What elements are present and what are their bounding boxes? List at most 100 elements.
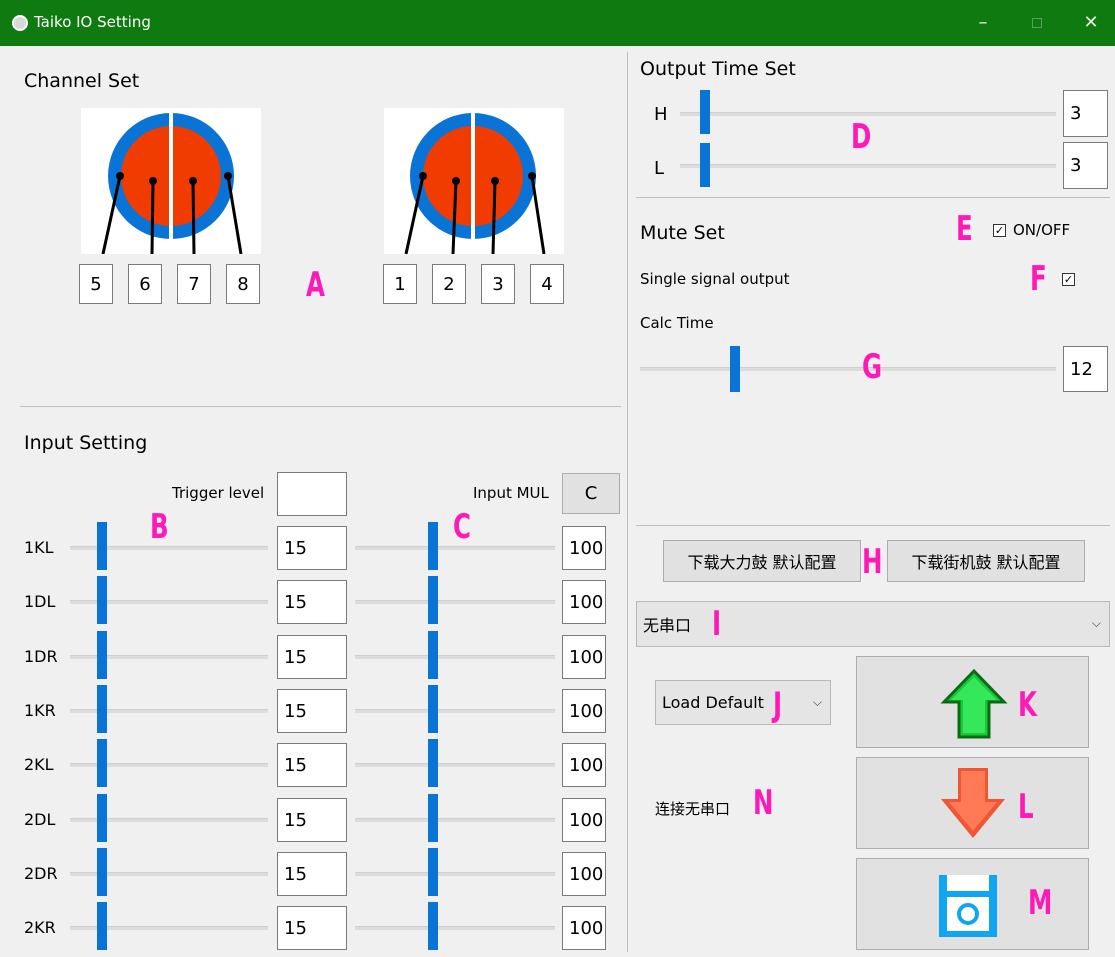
input-row-label: 1DR bbox=[24, 647, 58, 666]
mul-slider-thumb[interactable] bbox=[428, 794, 438, 842]
mul-slider-track[interactable] bbox=[355, 600, 555, 604]
input-row-label: 1DL bbox=[24, 592, 56, 611]
mul-slider-thumb[interactable] bbox=[428, 685, 438, 733]
serial-port-select[interactable]: 无串口 ⌵ bbox=[636, 601, 1110, 647]
trigger-level-field[interactable]: 15 bbox=[277, 689, 347, 733]
input-mul-field[interactable]: 100 bbox=[562, 798, 606, 842]
mul-slider-track[interactable] bbox=[355, 655, 555, 659]
drum-diagram-right bbox=[384, 108, 564, 255]
minimize-button[interactable]: – bbox=[968, 8, 998, 38]
input-mul-label: Input MUL bbox=[473, 484, 549, 502]
mul-slider-thumb[interactable] bbox=[428, 848, 438, 896]
input-setting-heading: Input Setting bbox=[24, 432, 148, 454]
drum-right-svg bbox=[404, 111, 546, 255]
single-signal-checkbox[interactable]: ✓ bbox=[1062, 273, 1075, 286]
trigger-level-field[interactable]: 15 bbox=[277, 635, 347, 679]
calc-time-slider-track[interactable] bbox=[640, 367, 1056, 371]
close-button[interactable]: ✕ bbox=[1076, 8, 1106, 38]
trigger-slider-thumb[interactable] bbox=[97, 739, 107, 787]
trigger-slider-thumb[interactable] bbox=[97, 794, 107, 842]
arrow-up-icon bbox=[940, 668, 1008, 739]
trigger-slider-thumb[interactable] bbox=[97, 576, 107, 624]
marker-g: G bbox=[862, 347, 883, 387]
output-h-slider-thumb[interactable] bbox=[700, 90, 710, 134]
mul-slider-thumb[interactable] bbox=[428, 902, 438, 950]
mute-divider bbox=[636, 525, 1110, 526]
calc-time-input[interactable]: 12 bbox=[1063, 346, 1108, 392]
mute-checkbox[interactable]: ✓ bbox=[993, 224, 1006, 237]
output-l-slider-track[interactable] bbox=[680, 164, 1056, 168]
output-l-input[interactable]: 3 bbox=[1063, 142, 1108, 189]
calc-time-label: Calc Time bbox=[640, 314, 714, 332]
single-signal-label: Single signal output bbox=[640, 270, 790, 288]
input-mul-field[interactable]: 100 bbox=[562, 852, 606, 896]
mul-slider-thumb[interactable] bbox=[428, 631, 438, 679]
channel-box-6[interactable]: 6 bbox=[128, 264, 162, 304]
mul-slider-track[interactable] bbox=[355, 872, 555, 876]
trigger-level-field[interactable]: 15 bbox=[277, 743, 347, 787]
upload-button[interactable] bbox=[856, 656, 1089, 748]
input-mul-field[interactable]: 100 bbox=[562, 743, 606, 787]
marker-e: E bbox=[956, 209, 973, 249]
floppy-disk-icon bbox=[939, 875, 997, 937]
input-row-label: 2KL bbox=[24, 755, 54, 774]
mute-set-heading: Mute Set bbox=[640, 222, 725, 244]
output-l-label: L bbox=[654, 158, 665, 179]
trigger-level-field[interactable]: 15 bbox=[277, 580, 347, 624]
input-row-label: 2KR bbox=[24, 918, 56, 937]
input-mul-field[interactable]: 100 bbox=[562, 635, 606, 679]
channel-box-1[interactable]: 1 bbox=[383, 264, 417, 304]
trigger-level-field[interactable]: 15 bbox=[277, 906, 347, 950]
maximize-icon bbox=[1032, 18, 1042, 28]
channel-box-4[interactable]: 4 bbox=[530, 264, 564, 304]
mul-slider-thumb[interactable] bbox=[428, 739, 438, 787]
trigger-slider-thumb[interactable] bbox=[97, 685, 107, 733]
input-mul-field[interactable]: 100 bbox=[562, 906, 606, 950]
trigger-level-label: Trigger level bbox=[172, 484, 265, 502]
output-h-label: H bbox=[654, 104, 668, 125]
load-default-value: Load Default bbox=[662, 693, 764, 712]
mul-slider-track[interactable] bbox=[355, 818, 555, 822]
trigger-level-field[interactable]: 15 bbox=[277, 852, 347, 896]
mul-slider-track[interactable] bbox=[355, 709, 555, 713]
channel-set-heading: Channel Set bbox=[24, 70, 140, 92]
channel-box-3[interactable]: 3 bbox=[481, 264, 515, 304]
mul-slider-track[interactable] bbox=[355, 763, 555, 767]
calc-time-slider-thumb[interactable] bbox=[730, 346, 740, 392]
save-button[interactable] bbox=[856, 858, 1089, 950]
trigger-level-field[interactable]: 15 bbox=[277, 526, 347, 570]
load-default-select[interactable]: Load Default ⌵ bbox=[655, 680, 831, 725]
window-title: Taiko IO Setting bbox=[34, 13, 151, 31]
marker-i: I bbox=[712, 604, 722, 644]
download-button[interactable] bbox=[856, 757, 1089, 849]
maximize-button[interactable] bbox=[1022, 8, 1052, 38]
output-h-slider-track[interactable] bbox=[680, 112, 1056, 116]
channel-box-7[interactable]: 7 bbox=[177, 264, 211, 304]
mul-slider-thumb[interactable] bbox=[428, 576, 438, 624]
trigger-slider-thumb[interactable] bbox=[97, 848, 107, 896]
output-h-input[interactable]: 3 bbox=[1063, 90, 1108, 137]
trigger-level-input[interactable] bbox=[277, 472, 347, 516]
trigger-slider-thumb[interactable] bbox=[97, 902, 107, 950]
input-mul-field[interactable]: 100 bbox=[562, 689, 606, 733]
output-l-slider-thumb[interactable] bbox=[700, 143, 710, 187]
trigger-slider-thumb[interactable] bbox=[97, 522, 107, 570]
connection-status: 连接无串口 bbox=[655, 800, 731, 818]
trigger-level-field[interactable]: 15 bbox=[277, 798, 347, 842]
channel-box-8[interactable]: 8 bbox=[226, 264, 260, 304]
input-mul-field[interactable]: 100 bbox=[562, 526, 606, 570]
mute-on-off-label: ON/OFF bbox=[1013, 221, 1071, 239]
output-divider bbox=[636, 197, 1110, 198]
mul-slider-track[interactable] bbox=[355, 926, 555, 930]
arcade-drum-default-button[interactable]: 下载街机鼓 默认配置 bbox=[887, 540, 1085, 582]
marker-j: J bbox=[773, 685, 783, 725]
chevron-down-icon: ⌵ bbox=[1091, 615, 1101, 630]
channel-box-2[interactable]: 2 bbox=[432, 264, 466, 304]
marker-h: H bbox=[862, 542, 883, 582]
trigger-slider-thumb[interactable] bbox=[97, 631, 107, 679]
input-mul-c-button[interactable]: C bbox=[562, 473, 620, 514]
input-mul-field[interactable]: 100 bbox=[562, 580, 606, 624]
mul-slider-thumb[interactable] bbox=[428, 522, 438, 570]
channel-box-5[interactable]: 5 bbox=[79, 264, 113, 304]
strong-drum-default-button[interactable]: 下载大力鼓 默认配置 bbox=[663, 540, 861, 582]
